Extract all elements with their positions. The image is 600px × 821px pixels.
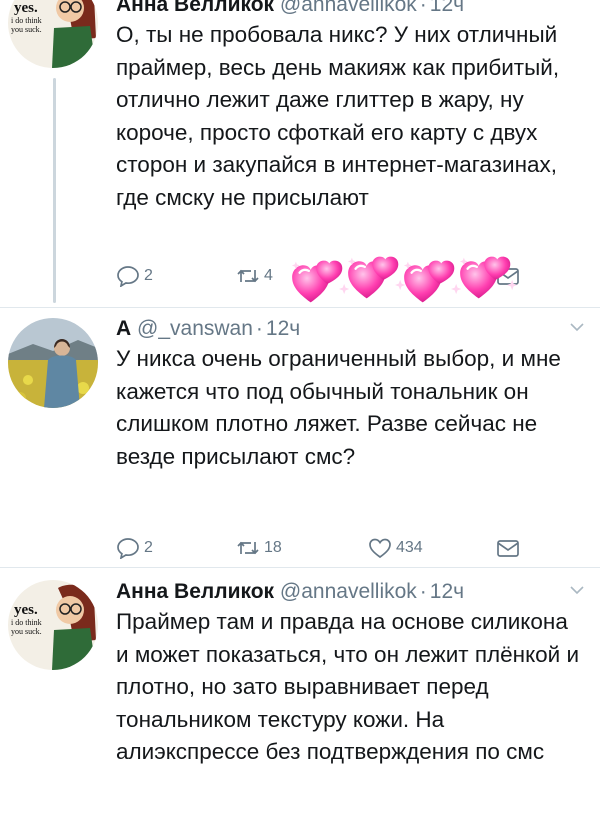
tweet-header: А @_vanswan · 12ч — [116, 316, 586, 342]
thread-line — [53, 78, 56, 303]
svg-text:yes.: yes. — [14, 602, 38, 618]
tweet-actions: 2 18 434 — [116, 534, 536, 562]
sparkling-heart-icon — [291, 260, 350, 303]
author-handle[interactable]: @_vanswan — [137, 317, 253, 340]
retweet-button[interactable]: 18 — [236, 534, 282, 562]
chevron-down-icon[interactable] — [568, 581, 586, 599]
retweet-count: 4 — [264, 267, 273, 284]
sparkling-heart-icon — [347, 256, 406, 299]
avatar-daria[interactable]: yes. i do think you suck. — [8, 0, 98, 68]
tweet-1[interactable]: yes. i do think you suck. Анна Велликок … — [0, 0, 600, 305]
retweet-icon — [237, 541, 259, 555]
svg-text:yes.: yes. — [14, 0, 38, 16]
reply-count: 2 — [144, 539, 153, 556]
like-count: 434 — [396, 539, 423, 556]
like-button[interactable]: 434 — [368, 534, 423, 562]
sparkling-hearts-sticker — [290, 252, 540, 310]
author-name[interactable]: А — [116, 317, 131, 340]
tweet-2[interactable]: А @_vanswan · 12ч У никса очень ограниченн… — [0, 308, 600, 565]
author-name[interactable]: Анна Велликок — [116, 0, 274, 16]
avatar-vanswan[interactable] — [8, 318, 98, 408]
tweet-header: Анна Велликок @annavellikok · 12ч — [116, 579, 586, 605]
reply-icon — [117, 266, 139, 287]
author-handle[interactable]: @annavellikok — [280, 0, 417, 16]
author-name[interactable]: Анна Велликок — [116, 580, 274, 603]
tweet-text: Праймер там и правда на основе силикона … — [116, 609, 580, 764]
reply-button[interactable]: 2 — [116, 262, 153, 290]
tweet-header: Анна Велликок @annavellikok · 12ч — [116, 0, 586, 18]
retweet-count: 18 — [264, 539, 282, 556]
svg-text:i do think: i do think — [11, 16, 42, 25]
svg-text:i do think: i do think — [11, 618, 42, 627]
tweet-time[interactable]: 12ч — [266, 317, 300, 340]
tweet-text: О, ты не пробовала никс? У них отличный … — [116, 22, 560, 210]
reply-button[interactable]: 2 — [116, 534, 153, 562]
reply-count: 2 — [144, 267, 153, 284]
avatar-daria[interactable]: yes. i do think you suck. — [8, 580, 98, 670]
author-handle[interactable]: @annavellikok — [280, 580, 417, 603]
chevron-down-icon[interactable] — [568, 318, 586, 336]
sparkling-heart-icon — [403, 260, 462, 303]
retweet-button[interactable]: 4 — [236, 262, 273, 290]
tweet-text: У никса очень ограниченный выбор, и мне … — [116, 346, 561, 469]
sparkling-heart-icon — [459, 256, 518, 299]
svg-text:you suck.: you suck. — [11, 25, 42, 34]
tweet-3[interactable]: yes. i do think you suck. Анна Велликок … — [0, 568, 600, 821]
reply-icon — [117, 538, 139, 559]
dm-button[interactable] — [496, 534, 520, 562]
tweet-time[interactable]: 12ч — [430, 580, 464, 603]
envelope-icon — [497, 540, 519, 557]
tweet-time[interactable]: 12ч — [430, 0, 464, 16]
heart-icon — [369, 538, 391, 559]
svg-text:you suck.: you suck. — [11, 627, 42, 636]
retweet-icon — [237, 269, 259, 283]
